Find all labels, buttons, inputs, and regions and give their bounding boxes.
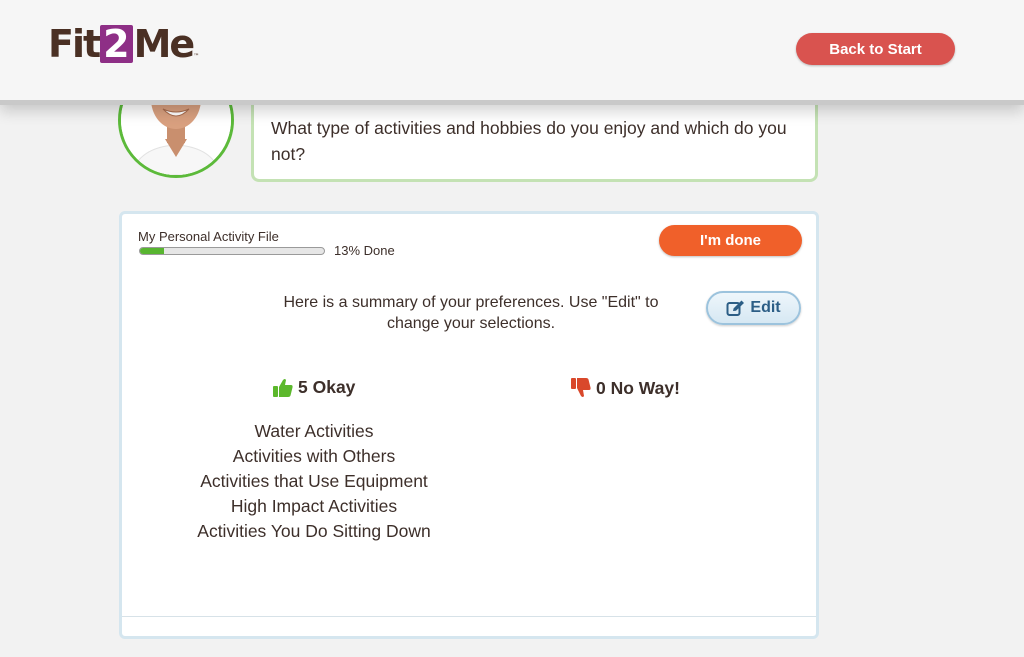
activity-summary-card: My Personal Activity File 13% Done I'm d…: [119, 211, 819, 639]
progress-text: 13% Done: [334, 243, 395, 258]
activity-file-label: My Personal Activity File: [138, 229, 279, 244]
noway-heading-text: 0 No Way!: [596, 377, 680, 398]
thumbs-up-icon: [273, 378, 293, 397]
edit-button-label: Edit: [750, 299, 781, 316]
okay-activities-list: Water Activities Activities with Others …: [174, 419, 454, 544]
im-done-button[interactable]: I'm done: [659, 225, 802, 256]
okay-item-activities-with-others: Activities with Others: [232, 446, 396, 466]
okay-item-activities-use-equipment: Activities that Use Equipment: [200, 471, 428, 491]
back-to-start-button[interactable]: Back to Start: [796, 33, 955, 65]
thumbs-down-icon: [571, 378, 591, 397]
summary-text: Here is a summary of your preferences. U…: [283, 294, 659, 332]
card-divider: [122, 616, 816, 617]
progress-bar-fill: [140, 248, 164, 254]
okay-item-sitting-down-activities: Activities You Do Sitting Down: [197, 521, 431, 541]
logo-trademark: ™: [193, 53, 200, 60]
okay-heading-text: 5 Okay: [298, 377, 356, 397]
edit-button[interactable]: Edit: [706, 291, 801, 325]
okay-heading: 5 Okay: [272, 377, 355, 398]
logo-text-me: Me: [133, 22, 196, 66]
okay-item-high-impact-activities: High Impact Activities: [230, 496, 398, 516]
logo-text-2: 2: [100, 25, 133, 63]
okay-item-water-activities: Water Activities: [254, 421, 374, 441]
app-header: Fit 2 Me ™ Back to Start: [0, 0, 1024, 105]
progress-bar: [139, 247, 325, 255]
edit-pencil-icon: [726, 300, 745, 316]
logo-text-fit: Fit: [48, 22, 101, 66]
coach-question: What type of activities and hobbies do y…: [271, 118, 787, 164]
noway-heading: 0 No Way!: [570, 377, 680, 399]
fit2me-logo[interactable]: Fit 2 Me ™: [48, 22, 199, 66]
